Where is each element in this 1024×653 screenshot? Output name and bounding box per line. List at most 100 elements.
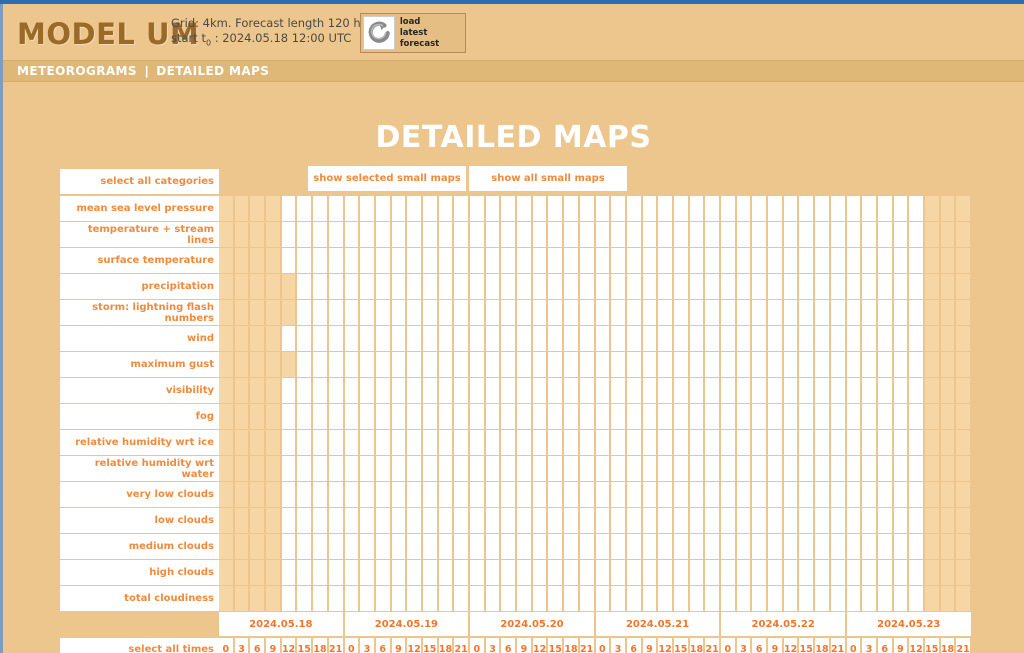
map-cell[interactable] <box>658 430 674 455</box>
map-cell[interactable] <box>627 326 643 351</box>
map-cell[interactable] <box>690 326 706 351</box>
map-cell[interactable] <box>768 352 784 377</box>
time-header-cell[interactable]: 18 <box>690 638 706 653</box>
time-header-cell[interactable]: 0 <box>470 638 486 653</box>
map-cell[interactable] <box>454 222 470 247</box>
map-cell[interactable] <box>345 404 361 429</box>
map-cell[interactable] <box>799 508 815 533</box>
date-header[interactable]: 2024.05.23 <box>847 612 973 636</box>
map-cell[interactable] <box>392 508 408 533</box>
map-cell[interactable] <box>596 274 612 299</box>
map-cell[interactable] <box>297 508 313 533</box>
map-cell[interactable] <box>486 248 502 273</box>
category-label-surface-temperature[interactable]: surface temperature <box>60 248 219 273</box>
map-cell[interactable] <box>564 300 580 325</box>
map-cell[interactable] <box>815 482 831 507</box>
map-cell[interactable] <box>690 482 706 507</box>
map-cell[interactable] <box>517 456 533 481</box>
time-header-cell[interactable]: 21 <box>580 638 596 653</box>
time-header-cell[interactable]: 15 <box>674 638 690 653</box>
map-cell[interactable] <box>643 300 659 325</box>
map-cell[interactable] <box>360 482 376 507</box>
map-cell[interactable] <box>329 560 345 585</box>
map-cell[interactable] <box>909 196 925 221</box>
map-cell[interactable] <box>909 508 925 533</box>
time-header-cell[interactable]: 0 <box>721 638 737 653</box>
map-cell[interactable] <box>486 222 502 247</box>
map-cell[interactable] <box>392 248 408 273</box>
map-cell[interactable] <box>297 560 313 585</box>
map-cell[interactable] <box>596 456 612 481</box>
map-cell[interactable] <box>799 248 815 273</box>
map-cell[interactable] <box>282 404 298 429</box>
map-cell[interactable] <box>517 352 533 377</box>
map-cell[interactable] <box>799 352 815 377</box>
map-cell[interactable] <box>439 300 455 325</box>
map-cell[interactable] <box>297 430 313 455</box>
map-cell[interactable] <box>658 482 674 507</box>
map-cell[interactable] <box>423 300 439 325</box>
map-cell[interactable] <box>345 326 361 351</box>
map-cell[interactable] <box>815 196 831 221</box>
map-cell[interactable] <box>705 352 721 377</box>
map-cell[interactable] <box>564 196 580 221</box>
category-label-visibility[interactable]: visibility <box>60 378 219 403</box>
map-cell[interactable] <box>705 248 721 273</box>
map-cell[interactable] <box>313 404 329 429</box>
map-cell[interactable] <box>674 482 690 507</box>
map-cell[interactable] <box>297 378 313 403</box>
map-cell[interactable] <box>705 430 721 455</box>
map-cell[interactable] <box>392 274 408 299</box>
map-cell[interactable] <box>721 586 737 611</box>
map-cell[interactable] <box>799 560 815 585</box>
map-cell[interactable] <box>517 300 533 325</box>
map-cell[interactable] <box>564 274 580 299</box>
map-cell[interactable] <box>894 222 910 247</box>
map-cell[interactable] <box>705 586 721 611</box>
map-cell[interactable] <box>470 326 486 351</box>
map-cell[interactable] <box>580 352 596 377</box>
map-cell[interactable] <box>627 404 643 429</box>
map-cell[interactable] <box>847 430 863 455</box>
map-cell[interactable] <box>643 326 659 351</box>
map-cell[interactable] <box>533 326 549 351</box>
map-cell[interactable] <box>345 300 361 325</box>
map-cell[interactable] <box>862 378 878 403</box>
time-header-cell[interactable]: 21 <box>329 638 345 653</box>
map-cell[interactable] <box>894 482 910 507</box>
map-cell[interactable] <box>737 222 753 247</box>
map-cell[interactable] <box>564 456 580 481</box>
map-cell[interactable] <box>705 274 721 299</box>
map-cell[interactable] <box>439 378 455 403</box>
map-cell[interactable] <box>470 378 486 403</box>
map-cell[interactable] <box>439 274 455 299</box>
map-cell[interactable] <box>282 586 298 611</box>
map-cell[interactable] <box>690 248 706 273</box>
map-cell[interactable] <box>297 586 313 611</box>
map-cell[interactable] <box>345 508 361 533</box>
map-cell[interactable] <box>564 534 580 559</box>
map-cell[interactable] <box>752 430 768 455</box>
map-cell[interactable] <box>313 378 329 403</box>
nav-item-detailed-maps[interactable]: DETAILED MAPS <box>156 64 269 78</box>
map-cell[interactable] <box>407 586 423 611</box>
map-cell[interactable] <box>423 274 439 299</box>
map-cell[interactable] <box>360 560 376 585</box>
map-cell[interactable] <box>831 274 847 299</box>
map-cell[interactable] <box>329 378 345 403</box>
map-cell[interactable] <box>831 222 847 247</box>
map-cell[interactable] <box>721 326 737 351</box>
map-cell[interactable] <box>329 300 345 325</box>
map-cell[interactable] <box>799 404 815 429</box>
map-cell[interactable] <box>721 560 737 585</box>
map-cell[interactable] <box>909 404 925 429</box>
map-cell[interactable] <box>862 274 878 299</box>
map-cell[interactable] <box>517 508 533 533</box>
map-cell[interactable] <box>752 560 768 585</box>
map-cell[interactable] <box>909 274 925 299</box>
map-cell[interactable] <box>894 352 910 377</box>
map-cell[interactable] <box>878 456 894 481</box>
map-cell[interactable] <box>501 352 517 377</box>
map-cell[interactable] <box>674 404 690 429</box>
map-cell[interactable] <box>862 534 878 559</box>
